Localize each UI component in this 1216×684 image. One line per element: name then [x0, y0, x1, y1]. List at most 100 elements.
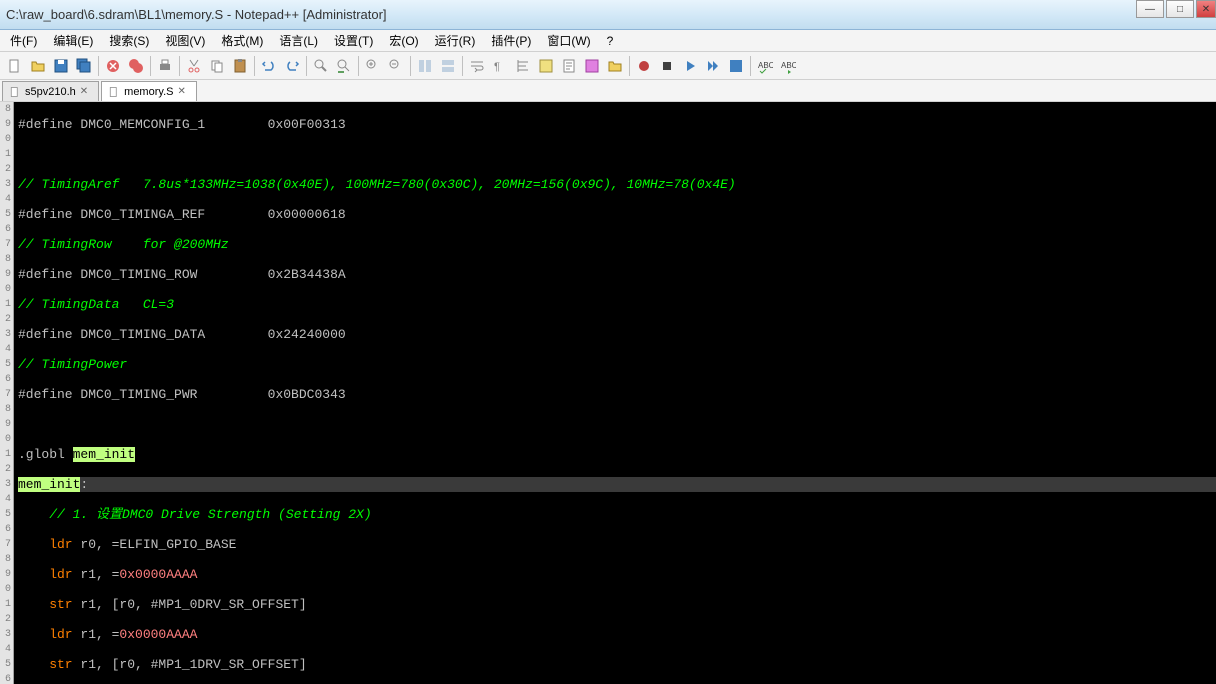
toolbar-separator — [150, 56, 151, 76]
indent-guide-icon — [515, 58, 531, 74]
zoom-out-icon — [388, 58, 404, 74]
sync-horizontal-icon — [440, 58, 456, 74]
save-macro-icon — [728, 58, 744, 74]
replace-icon — [336, 58, 352, 74]
code-area[interactable]: #define DMC0_MEMCONFIG_1 0x00F00313 // T… — [14, 102, 1216, 684]
save-button[interactable] — [50, 55, 72, 77]
toolbar-separator — [179, 56, 180, 76]
find-button[interactable] — [310, 55, 332, 77]
spell-next-button[interactable]: ABC — [777, 55, 799, 77]
highlighted-match: mem_init — [73, 447, 135, 462]
toolbar-separator — [98, 56, 99, 76]
save-all-button[interactable] — [73, 55, 95, 77]
paste-icon — [232, 58, 248, 74]
tab-s5pv210[interactable]: s5pv210.h ✕ — [2, 81, 99, 101]
wordwrap-button[interactable] — [466, 55, 488, 77]
tab-memory[interactable]: memory.S ✕ — [101, 81, 197, 101]
close-file-button[interactable] — [102, 55, 124, 77]
file-icon — [9, 86, 21, 98]
copy-button[interactable] — [206, 55, 228, 77]
cut-icon — [186, 58, 202, 74]
doc-map-button[interactable] — [558, 55, 580, 77]
stop-icon — [659, 58, 675, 74]
toolbar-separator — [306, 56, 307, 76]
menu-window[interactable]: 窗口(W) — [541, 30, 596, 51]
undo-icon — [261, 58, 277, 74]
stop-button[interactable] — [656, 55, 678, 77]
menu-edit[interactable]: 编辑(E) — [47, 30, 99, 51]
close-file-icon — [105, 58, 121, 74]
new-file-button[interactable] — [4, 55, 26, 77]
zoom-in-button[interactable] — [362, 55, 384, 77]
tab-close-icon[interactable]: ✕ — [80, 86, 88, 97]
sync-h-button[interactable] — [437, 55, 459, 77]
menu-macro[interactable]: 宏(O) — [383, 30, 424, 51]
tab-bar: s5pv210.h ✕ memory.S ✕ — [0, 80, 1216, 102]
editor[interactable]: 890 123 456 789 012 345 678 901 234 567 … — [0, 102, 1216, 684]
toolbar-separator — [254, 56, 255, 76]
language-icon — [538, 58, 554, 74]
folder-button[interactable] — [604, 55, 626, 77]
record-icon — [636, 58, 652, 74]
show-all-button[interactable]: ¶ — [489, 55, 511, 77]
toolbar-separator — [629, 56, 630, 76]
menu-help[interactable]: ? — [601, 32, 620, 50]
spell-check-icon: ABC — [757, 58, 773, 74]
save-all-icon — [76, 58, 92, 74]
highlighted-match: mem_init — [18, 477, 80, 492]
menu-search[interactable]: 搜索(S) — [103, 30, 155, 51]
replace-button[interactable] — [333, 55, 355, 77]
paste-button[interactable] — [229, 55, 251, 77]
close-all-button[interactable] — [125, 55, 147, 77]
play-button[interactable] — [679, 55, 701, 77]
print-button[interactable] — [154, 55, 176, 77]
close-button[interactable]: ✕ — [1196, 0, 1216, 18]
save-icon — [53, 58, 69, 74]
menu-run[interactable]: 运行(R) — [429, 30, 482, 51]
print-icon — [157, 58, 173, 74]
menu-view[interactable]: 视图(V) — [159, 30, 211, 51]
toolbar-separator — [358, 56, 359, 76]
folder-icon — [607, 58, 623, 74]
menu-settings[interactable]: 设置(T) — [328, 30, 379, 51]
func-list-button[interactable] — [581, 55, 603, 77]
zoom-in-icon — [365, 58, 381, 74]
indent-guide-button[interactable] — [512, 55, 534, 77]
minimize-button[interactable]: — — [1136, 0, 1164, 18]
open-file-button[interactable] — [27, 55, 49, 77]
new-file-icon — [7, 58, 23, 74]
function-list-icon — [584, 58, 600, 74]
folder-open-icon — [30, 58, 46, 74]
menu-format[interactable]: 格式(M) — [215, 30, 269, 51]
spell-check-button[interactable]: ABC — [754, 55, 776, 77]
play-multi-button[interactable] — [702, 55, 724, 77]
sync-vertical-icon — [417, 58, 433, 74]
record-button[interactable] — [633, 55, 655, 77]
menu-file[interactable]: 件(F) — [4, 30, 43, 51]
show-all-chars-icon: ¶ — [492, 58, 508, 74]
tab-close-icon[interactable]: ✕ — [177, 86, 185, 97]
redo-icon — [284, 58, 300, 74]
maximize-button[interactable]: □ — [1166, 0, 1194, 18]
menu-language[interactable]: 语言(L) — [273, 30, 324, 51]
svg-text:ABC: ABC — [781, 61, 796, 70]
play-icon — [682, 58, 698, 74]
zoom-out-button[interactable] — [385, 55, 407, 77]
save-macro-button[interactable] — [725, 55, 747, 77]
copy-icon — [209, 58, 225, 74]
redo-button[interactable] — [281, 55, 303, 77]
current-line: mem_init: — [18, 477, 1216, 492]
doc-map-icon — [561, 58, 577, 74]
tab-label: s5pv210.h — [25, 86, 76, 98]
play-multi-icon — [705, 58, 721, 74]
cut-button[interactable] — [183, 55, 205, 77]
menu-plugins[interactable]: 插件(P) — [485, 30, 537, 51]
menu-bar: 件(F) 编辑(E) 搜索(S) 视图(V) 格式(M) 语言(L) 设置(T)… — [0, 30, 1216, 52]
udl-button[interactable] — [535, 55, 557, 77]
toolbar-separator — [410, 56, 411, 76]
undo-button[interactable] — [258, 55, 280, 77]
toolbar-separator — [462, 56, 463, 76]
sync-v-button[interactable] — [414, 55, 436, 77]
title-bar: C:\raw_board\6.sdram\BL1\memory.S - Note… — [0, 0, 1216, 30]
wordwrap-icon — [469, 58, 485, 74]
